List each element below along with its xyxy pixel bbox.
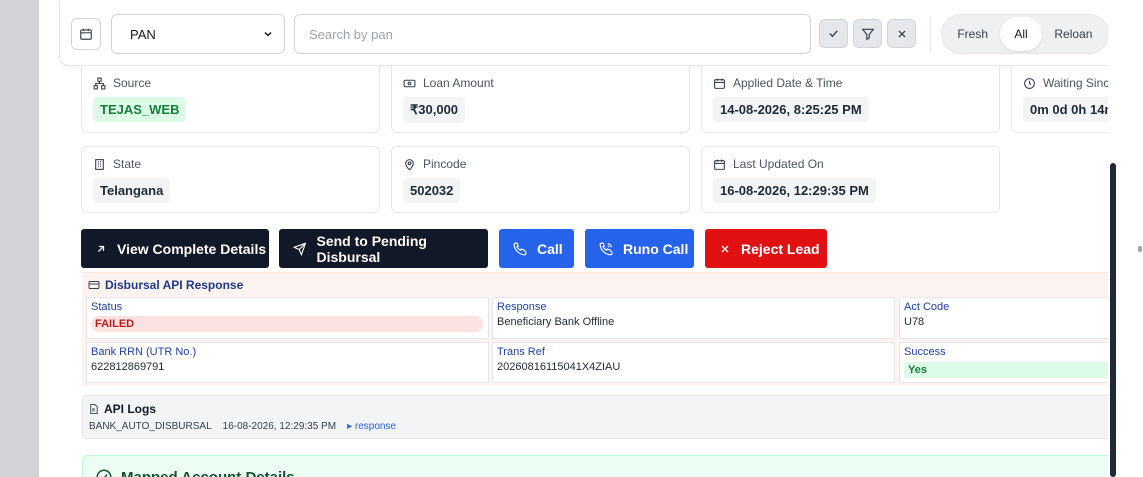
pincode-card: Pincode 502032 [391,146,690,213]
card-label: Loan Amount [423,76,494,90]
reject-lead-button[interactable]: Reject Lead [705,229,827,268]
scrollbar-thumb[interactable] [1110,163,1116,477]
api-logs: API Logs BANK_AUTO_DISBURSAL 16-08-2026,… [82,395,1119,439]
log-response-toggle[interactable]: ▸ response [347,421,396,432]
segment-fresh[interactable]: Fresh [945,17,1000,51]
clear-button[interactable] [887,19,916,48]
success-cell: Success Yes [899,342,1119,383]
check-icon [829,30,838,38]
card-label: Last Updated On [733,157,824,171]
document-icon [90,403,98,415]
disbursal-api-response: Disbursal API Response Status FAILED Res… [82,272,1119,386]
close-icon [721,245,729,252]
filter-icon [861,28,874,40]
loan-amount-card: Loan Amount ₹30,000 [391,66,690,133]
waiting-since-value: 0m 0d 0h 14m [1023,97,1119,122]
scrollbar-indicator[interactable] [1138,246,1142,252]
last-updated-value: 16-08-2026, 12:29:35 PM [713,178,876,203]
applied-date-value: 14-08-2026, 8:25:25 PM [713,97,869,122]
credit-card-icon [88,281,100,289]
state-value: Telangana [93,178,171,203]
filter-button[interactable] [853,19,882,48]
card-label: Applied Date & Time [733,76,843,90]
calendar-icon [714,78,725,89]
phone-icon [513,242,527,255]
close-icon [898,30,905,37]
section-title: Disbursal API Response [105,278,244,292]
search-type-select[interactable]: PAN [111,14,285,54]
log-name: BANK_AUTO_DISBURSAL [89,421,212,432]
arrow-up-right-icon [98,245,105,252]
sitemap-icon [93,77,106,89]
log-time: 16-08-2026, 12:29:35 PM [222,421,337,432]
status-cell: Status FAILED [86,297,489,339]
act-code-cell: Act Code U78 [899,297,1119,339]
card-label: Waiting Since [1043,76,1116,90]
check-circle-icon [96,469,112,477]
view-complete-details-button[interactable]: View Complete Details [81,229,269,268]
log-entry: BANK_AUTO_DISBURSAL 16-08-2026, 12:29:35… [89,421,396,432]
call-button[interactable]: Call [499,229,574,268]
pincode-value: 502032 [403,178,461,203]
segment-reloan[interactable]: Reloan [1042,17,1105,51]
calendar-icon [714,159,725,170]
main-page: PAN Fresh All Reloan Source TEJAS_WEB [39,0,1119,477]
card-label: State [113,157,142,171]
source-card: Source TEJAS_WEB [81,66,380,133]
search-type-value: PAN [130,26,156,42]
section-title: API Logs [104,402,157,416]
mapped-account-section: Mapped Account Details [82,455,1119,477]
card-label: Pincode [423,157,467,171]
trans-ref-cell: Trans Ref 20260816115041X4ZIAU [492,342,895,383]
loan-amount-value: ₹30,000 [403,97,466,123]
status-badge: FAILED [91,316,483,332]
apply-button[interactable] [819,19,848,48]
clock-icon [1024,77,1035,89]
phone-call-icon [599,242,613,255]
card-label: Source [113,76,152,90]
runo-call-button[interactable]: Runo Call [585,229,694,268]
last-updated-card: Last Updated On 16-08-2026, 12:29:35 PM [701,146,1000,213]
send-icon [293,241,307,256]
date-filter-button[interactable] [71,18,101,50]
response-cell: Response Beneficiary Bank Offline [492,297,895,339]
success-badge: Yes [904,362,1119,378]
divider [930,16,931,52]
building-icon [95,158,104,170]
chevron-down-icon [264,31,272,37]
segment-all[interactable]: All [1000,17,1042,51]
bank-rrn-cell: Bank RRN (UTR No.) 622812869791 [86,342,489,383]
waiting-since-card: Waiting Since 0m 0d 0h 14m [1011,66,1119,133]
filter-bar: PAN Fresh All Reloan [59,0,1119,66]
send-to-pending-disbursal-button[interactable]: Send to Pending Disbursal [279,229,488,268]
map-pin-icon [405,158,414,171]
source-value: TEJAS_WEB [93,97,187,122]
applied-date-card: Applied Date & Time 14-08-2026, 8:25:25 … [701,66,1000,133]
cash-icon [403,79,416,87]
section-title: Mapped Account Details [121,469,295,477]
search-input[interactable] [294,14,811,54]
lead-type-toggle: Fresh All Reloan [941,14,1109,54]
calendar-icon [80,28,92,40]
state-card: State Telangana [81,146,380,213]
